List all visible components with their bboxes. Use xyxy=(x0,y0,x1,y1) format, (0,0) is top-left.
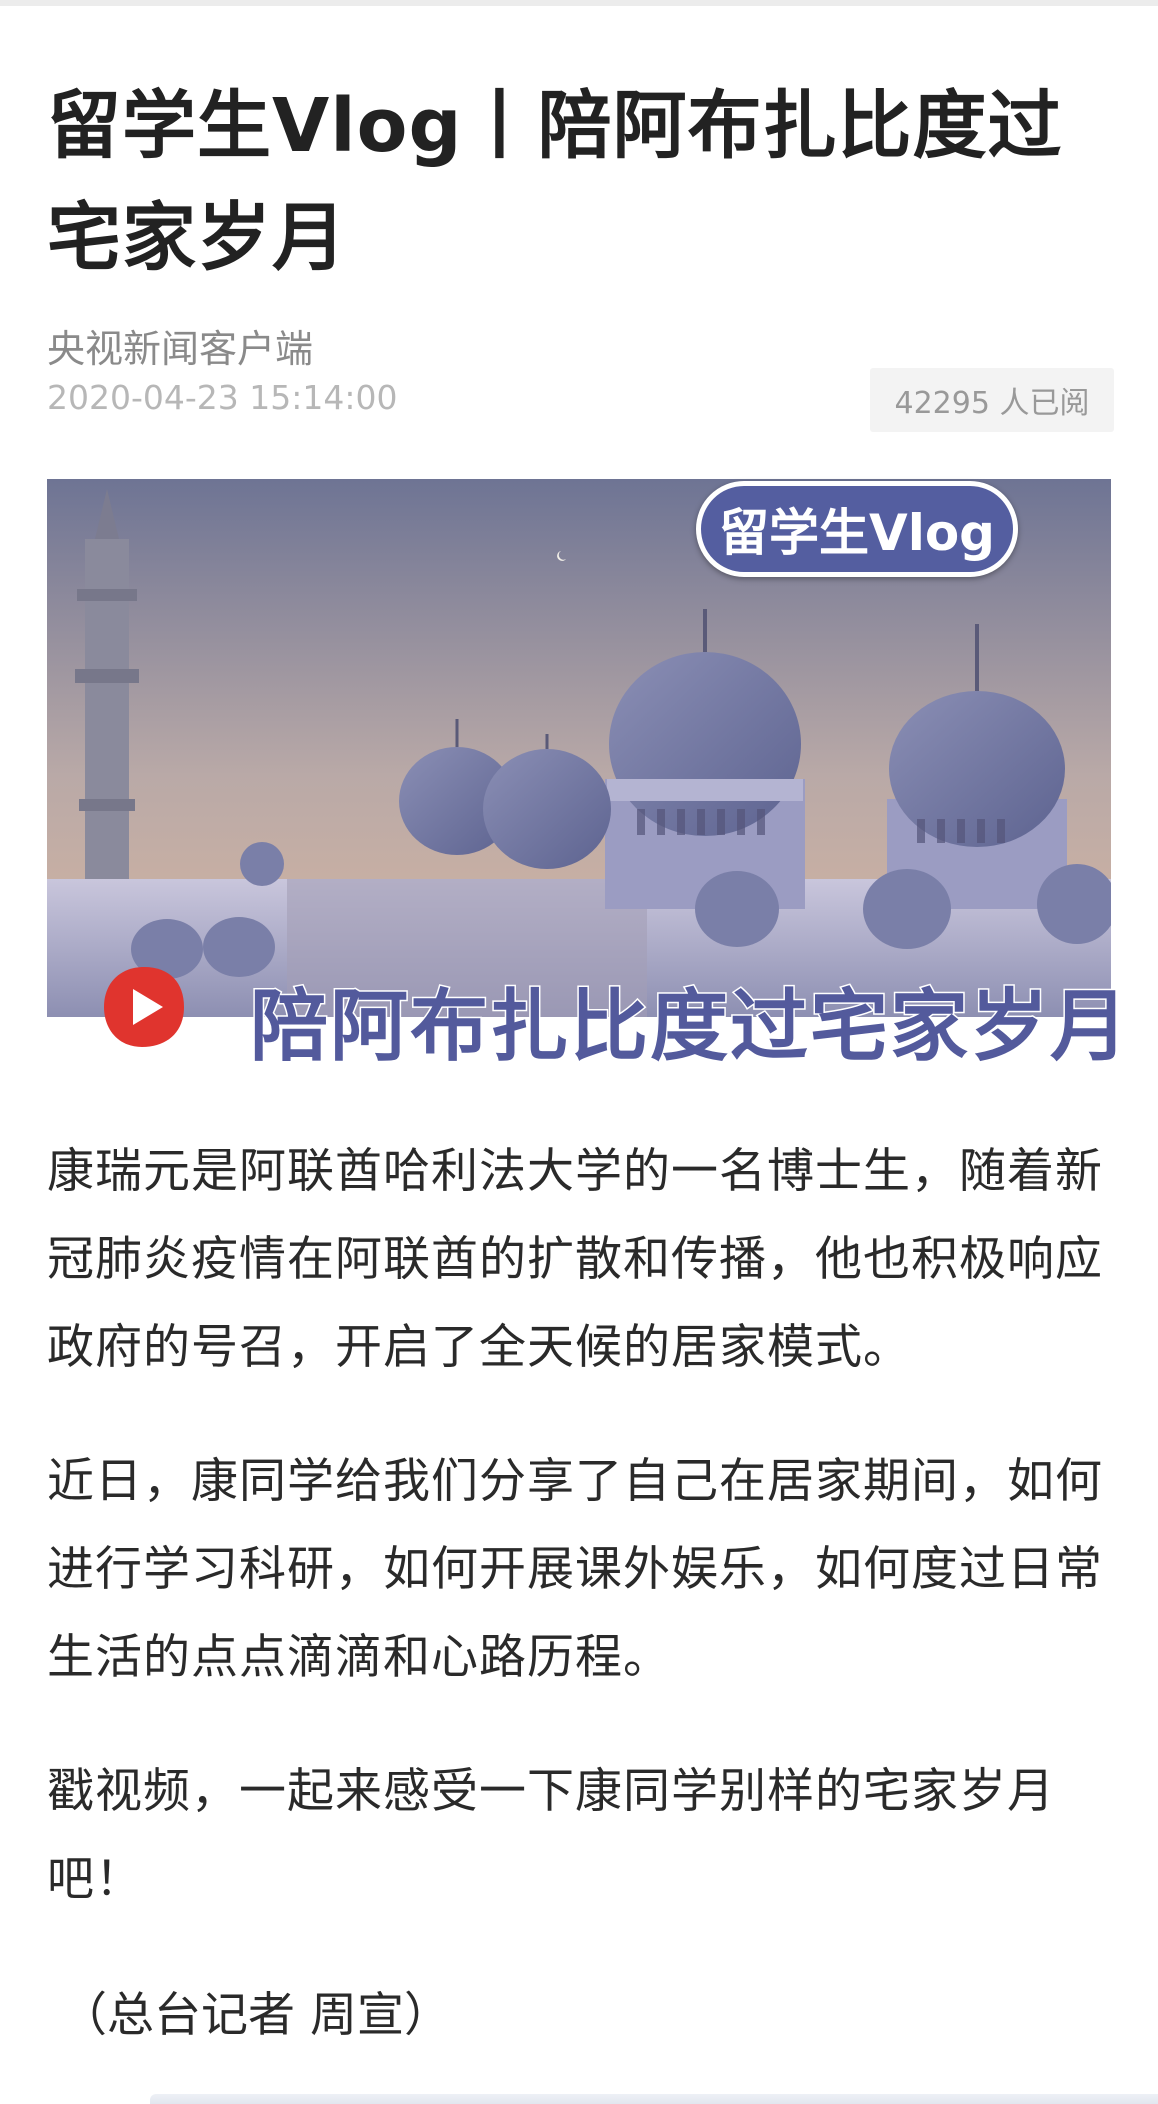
view-count-badge: 42295 人已阅 xyxy=(870,368,1114,432)
article-source[interactable]: 央视新闻客户端 xyxy=(47,318,313,373)
play-icon[interactable] xyxy=(100,963,188,1051)
article-title: 留学生Vlog丨陪阿布扎比度过宅家岁月 xyxy=(47,83,1063,281)
paragraph-1: 康瑞元是阿联酋哈利法大学的一名博士生，随着新冠肺炎疫情在阿联酋的扩散和传播，他也… xyxy=(47,1144,1103,1375)
vlog-badge: 留学生Vlog xyxy=(696,481,1018,577)
publish-date: 2020-04-23 15:14:00 xyxy=(47,378,398,417)
reporter-credit: （总台记者 周宣） xyxy=(60,1988,451,2043)
paragraph-3: 戳视频，一起来感受一下康同学别样的宅家岁月吧！ xyxy=(47,1764,1055,1907)
bottom-bar xyxy=(150,2094,1158,2104)
top-divider xyxy=(0,0,1158,6)
paragraph-2: 近日，康同学给我们分享了自己在居家期间，如何进行学习科研，如何开展课外娱乐，如何… xyxy=(47,1454,1103,1685)
cover-caption: 陪阿布扎比度过宅家岁月 xyxy=(249,981,1131,1074)
